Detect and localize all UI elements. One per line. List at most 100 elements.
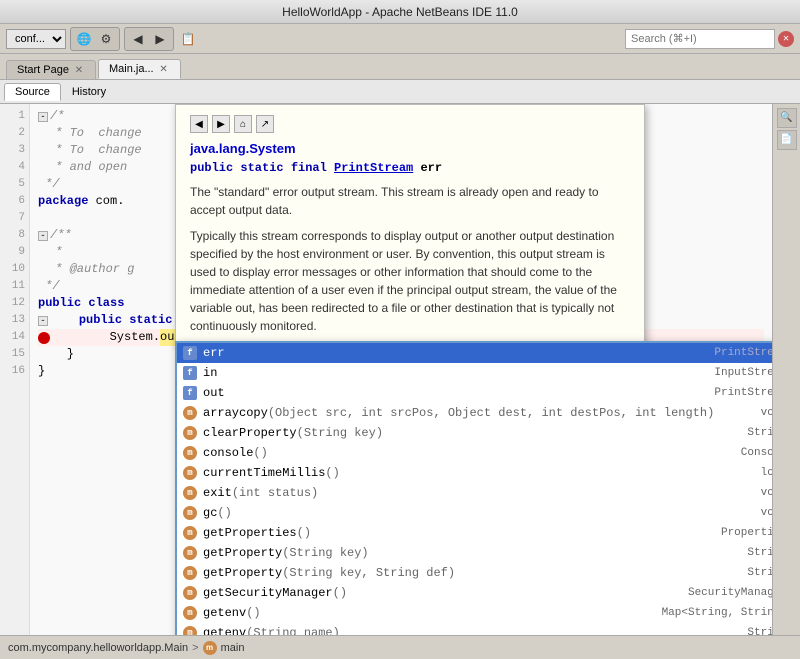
ac-type-getenv2: String [747,624,772,635]
fold-8[interactable]: - [38,231,48,241]
ac-name-out: out [203,384,706,402]
toolbar-group-history: ◀ ▶ [124,27,174,51]
ac-item-out[interactable]: f out PrintStream [177,383,772,403]
tab-main-java[interactable]: Main.ja... ✕ [98,59,181,79]
settings-btn[interactable]: ⚙ [96,29,116,49]
ac-type-getenv1: Map<String, String> [662,604,772,622]
line-numbers: 1 2 3 4 5 6 7 8 9 10 11 12 13 14 15 16 [0,104,30,635]
ac-name-getproperty2: getProperty(String key, String def) [203,564,739,582]
ac-icon-out: f [183,386,197,400]
breadcrumb-method: m main [203,641,245,655]
search-close-btn[interactable]: ✕ [778,31,794,47]
ac-type-out: PrintStream [714,384,772,402]
method-icon: m [203,641,217,655]
breadcrumb: com.mycompany.helloworldapp.Main > m mai… [8,641,244,655]
tab-history[interactable]: History [61,83,117,101]
ac-name-in: in [203,364,706,382]
ac-icon-getsecuritymanager: m [183,586,197,600]
ac-item-arraycopy[interactable]: m arraycopy(Object src, int srcPos, Obje… [177,403,772,423]
ac-item-getproperty1[interactable]: m getProperty(String key) String [177,543,772,563]
ac-icon-err: f [183,346,197,360]
breadcrumb-method-name: main [221,642,245,654]
right-panel: 🔍 📄 [772,104,800,635]
tab-start-page-close[interactable]: ✕ [73,64,85,76]
tab-main-java-close[interactable]: ✕ [158,63,170,75]
ac-item-getsecuritymanager[interactable]: m getSecurityManager() SecurityManager [177,583,772,603]
ac-name-getsecuritymanager: getSecurityManager() [203,584,680,602]
ac-item-getenv2[interactable]: m getenv(String name) String [177,623,772,635]
tooltip-desc2: Typically this stream corresponds to dis… [190,227,630,335]
ac-icon-getproperty1: m [183,546,197,560]
search-input[interactable] [625,29,775,49]
ac-type-getsecuritymanager: SecurityManager [688,584,772,602]
ac-name-currenttimemillis: currentTimeMillis() [203,464,753,482]
ac-icon-arraycopy: m [183,406,197,420]
breadcrumb-class: com.mycompany.helloworldapp.Main [8,642,188,654]
ac-item-err[interactable]: f err PrintStream [177,343,772,363]
ac-type-arraycopy: void [761,404,772,422]
title-bar: HelloWorldApp - Apache NetBeans IDE 11.0 [0,0,800,24]
ac-item-in[interactable]: f in InputStream [177,363,772,383]
browser-btn[interactable]: 🌐 [74,29,94,49]
ac-item-exit[interactable]: m exit(int status) void [177,483,772,503]
tooltip-desc1: The "standard" error output stream. This… [190,183,630,219]
fold-13[interactable]: - [38,316,48,326]
ac-name-getproperties: getProperties() [203,524,713,542]
ac-item-getenv1[interactable]: m getenv() Map<String, String> [177,603,772,623]
forward-btn[interactable]: ▶ [150,29,170,49]
tab-start-page[interactable]: Start Page ✕ [6,60,96,79]
ac-item-console[interactable]: m console() Console [177,443,772,463]
tooltip-popup: ◀ ▶ ⌂ ↗ java.lang.System public static f… [175,104,645,346]
tab-source[interactable]: Source [4,83,61,101]
back-btn[interactable]: ◀ [128,29,148,49]
tooltip-link[interactable]: PrintStream [334,161,413,175]
tooltip-back-btn[interactable]: ◀ [190,115,208,133]
ac-icon-exit: m [183,486,197,500]
tooltip-home-btn[interactable]: ⌂ [234,115,252,133]
ac-icon-getproperties: m [183,526,197,540]
toolbar-group-nav: 🌐 ⚙ [70,27,120,51]
status-bar: com.mycompany.helloworldapp.Main > m mai… [0,635,800,659]
ac-item-getproperty2[interactable]: m getProperty(String key, String def) St… [177,563,772,583]
ac-type-currenttimemillis: long [761,464,772,482]
ac-name-console: console() [203,444,733,462]
ac-item-clearproperty[interactable]: m clearProperty(String key) String [177,423,772,443]
ac-type-in: InputStream [714,364,772,382]
fold-1[interactable]: - [38,112,48,122]
ac-item-currenttimemillis[interactable]: m currentTimeMillis() long [177,463,772,483]
ac-icon-console: m [183,446,197,460]
ac-name-getproperty1: getProperty(String key) [203,544,739,562]
breakpoint-14 [38,332,50,344]
ac-type-getproperty2: String [747,564,772,582]
ac-type-clearproperty: String [747,424,772,442]
ac-type-getproperty1: String [747,544,772,562]
ac-icon-getenv1: m [183,606,197,620]
ac-name-getenv2: getenv(String name) [203,624,739,635]
ac-name-arraycopy: arraycopy(Object src, int srcPos, Object… [203,404,753,422]
extra-btn[interactable]: 📋 [178,29,198,49]
ac-icon-currenttimemillis: m [183,466,197,480]
ac-item-getproperties[interactable]: m getProperties() Properties [177,523,772,543]
ac-icon-in: f [183,366,197,380]
code-area[interactable]: -/* * To change * To change * and open *… [30,104,772,635]
source-history-bar: Source History [0,80,800,104]
ac-type-getproperties: Properties [721,524,772,542]
right-icon-2[interactable]: 📄 [777,130,797,150]
ac-name-exit: exit(int status) [203,484,753,502]
tooltip-nav: ◀ ▶ ⌂ ↗ [190,115,630,133]
tooltip-class-title[interactable]: java.lang.System [190,139,630,159]
ac-name-err: err [203,344,706,362]
ac-type-exit: void [761,484,772,502]
autocomplete-dropdown[interactable]: f err PrintStream f in InputStream f out… [175,341,772,635]
tab-bar: Start Page ✕ Main.ja... ✕ [0,54,800,80]
ac-icon-gc: m [183,506,197,520]
app-title: HelloWorldApp - Apache NetBeans IDE 11.0 [282,5,518,19]
search-bar: ✕ [625,29,794,49]
ac-item-gc[interactable]: m gc() void [177,503,772,523]
right-icon-1[interactable]: 🔍 [777,108,797,128]
config-select[interactable]: conf... [6,29,66,49]
tooltip-ext-btn[interactable]: ↗ [256,115,274,133]
tab-start-page-label: Start Page [17,64,69,76]
ac-name-getenv1: getenv() [203,604,654,622]
tooltip-forward-btn[interactable]: ▶ [212,115,230,133]
